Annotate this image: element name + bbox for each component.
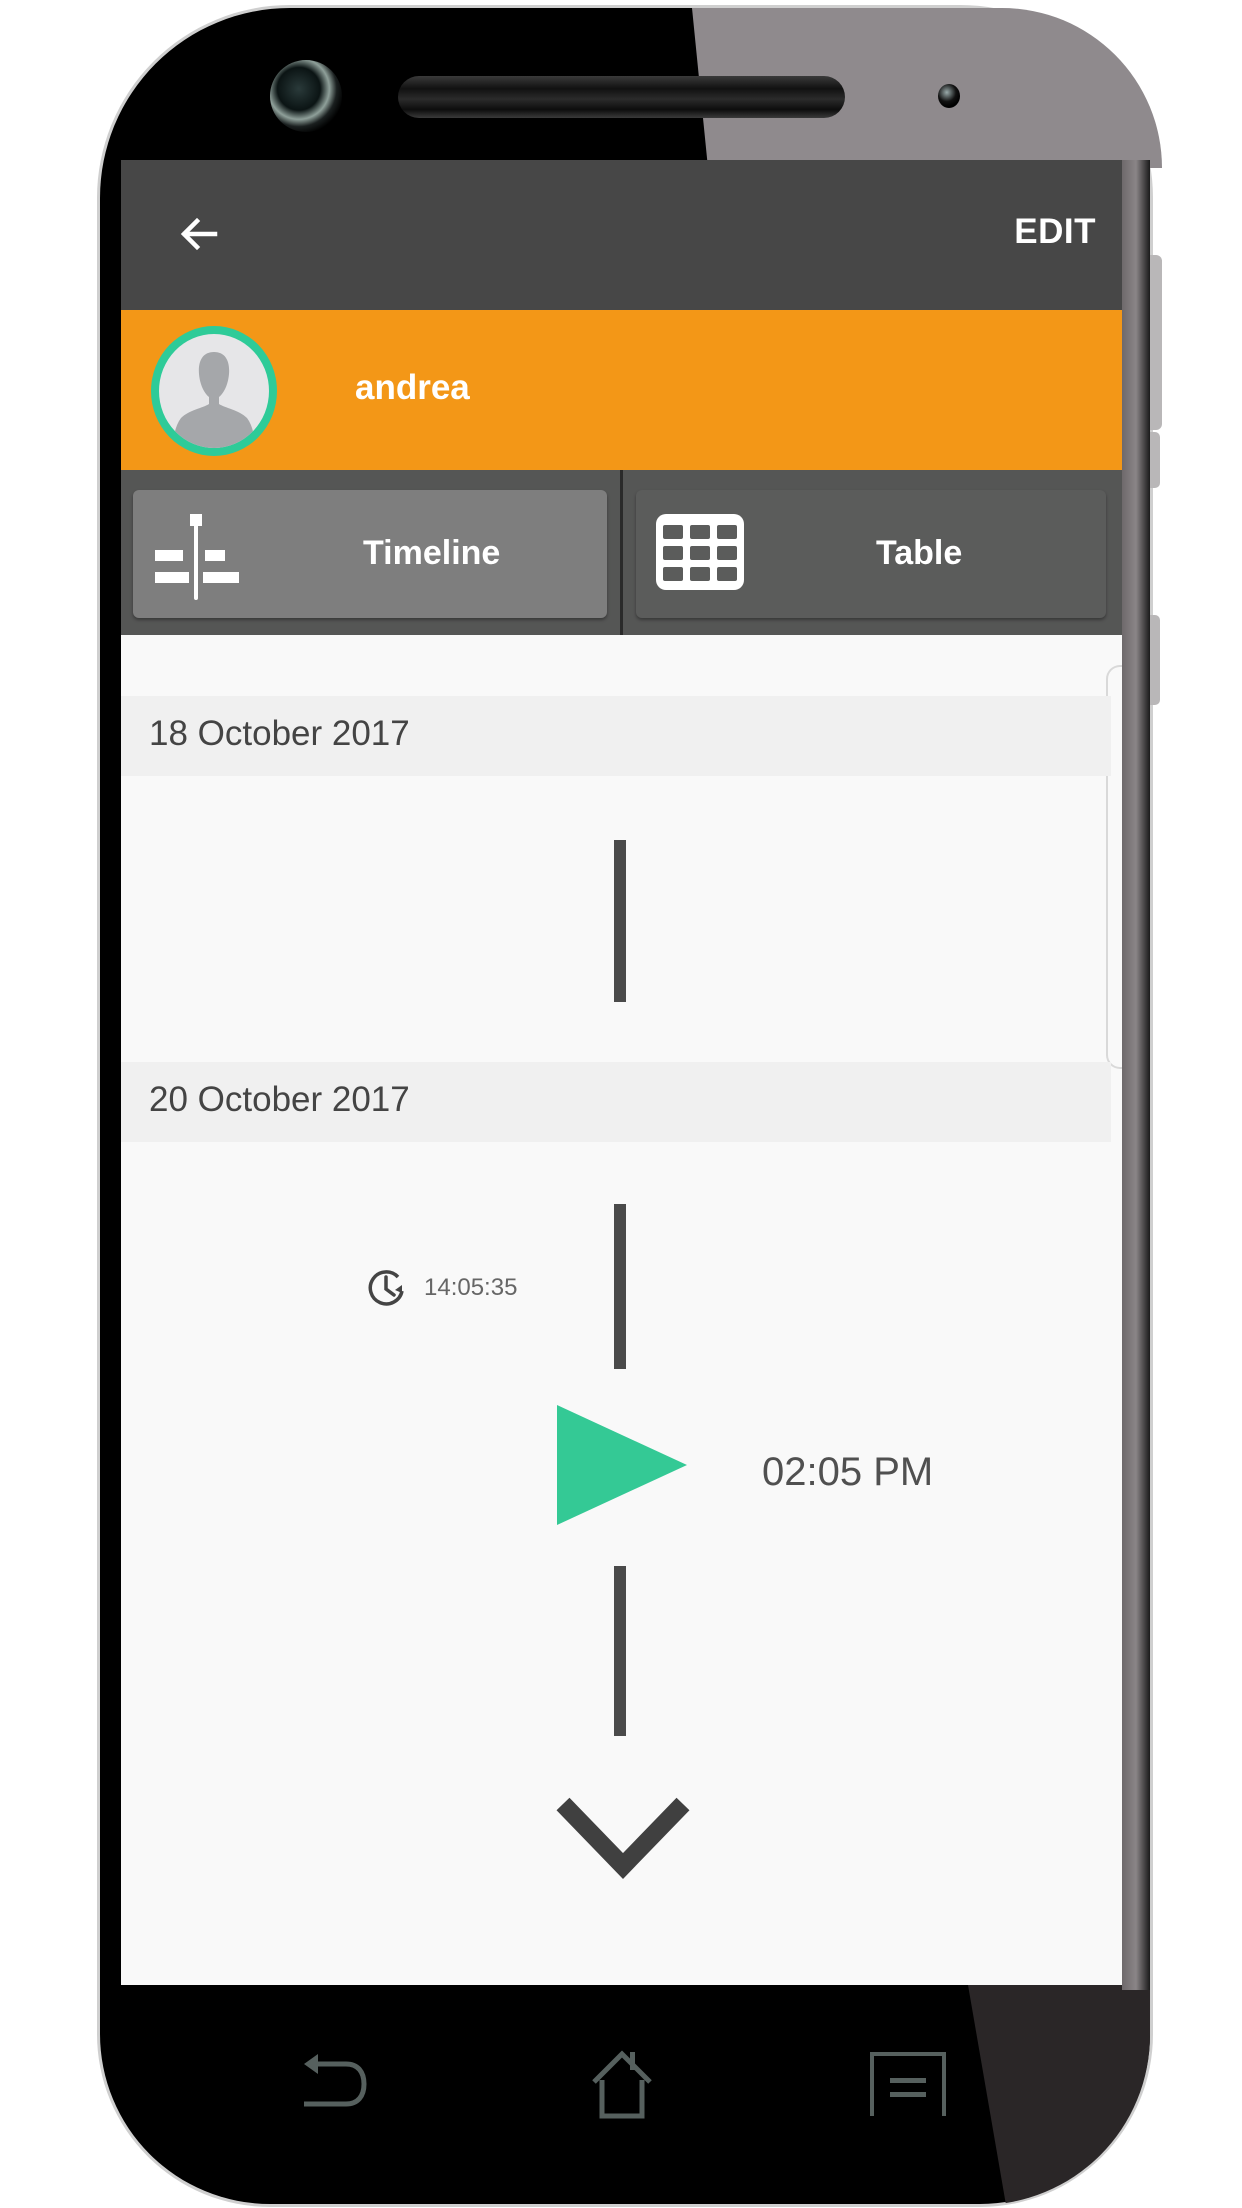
event-duration: 14:05:35 [364, 1265, 517, 1311]
user-name: andrea [355, 368, 470, 407]
tab-table-label: Table [876, 534, 963, 572]
power-button [1150, 615, 1160, 705]
date-label: 20 October 2017 [149, 1080, 410, 1119]
nav-back-icon[interactable] [296, 2050, 376, 2120]
grid-table-icon [656, 514, 744, 590]
tab-table[interactable]: Table [636, 490, 1106, 618]
proximity-sensor [938, 84, 960, 108]
chevron-down-icon[interactable] [553, 1792, 693, 1882]
app-bar: EDIT [121, 160, 1122, 310]
phone-rim [1122, 160, 1150, 1990]
tab-timeline-label: Timeline [363, 534, 501, 572]
timeline-connector [614, 1204, 626, 1369]
clock-history-icon [368, 1270, 404, 1306]
timeline-connector [614, 840, 626, 1002]
tab-timeline[interactable]: Timeline [133, 490, 607, 618]
screen: EDIT andrea Timeline Table 18 October 20… [121, 160, 1122, 1985]
tab-divider [620, 470, 623, 635]
date-header: 20 October 2017 [121, 1062, 1111, 1142]
duration-text: 14:05:35 [424, 1274, 518, 1301]
nav-menu-icon[interactable] [868, 2050, 948, 2120]
event-time: 02:05 PM [762, 1450, 934, 1494]
back-button[interactable] [171, 206, 227, 262]
earpiece-speaker [398, 76, 845, 118]
nav-home-icon[interactable] [590, 2050, 654, 2120]
arrow-left-icon [180, 217, 218, 251]
side-button [1150, 432, 1160, 488]
edit-button[interactable]: EDIT [1014, 212, 1096, 252]
person-silhouette-icon [173, 352, 255, 448]
volume-button [1150, 255, 1162, 430]
timeline-connector [614, 1566, 626, 1736]
timeline-icon [155, 514, 239, 600]
play-triangle-icon[interactable] [555, 1403, 689, 1527]
front-camera [270, 60, 342, 132]
date-label: 18 October 2017 [149, 714, 410, 753]
avatar[interactable] [151, 326, 277, 456]
date-header: 18 October 2017 [121, 696, 1111, 776]
